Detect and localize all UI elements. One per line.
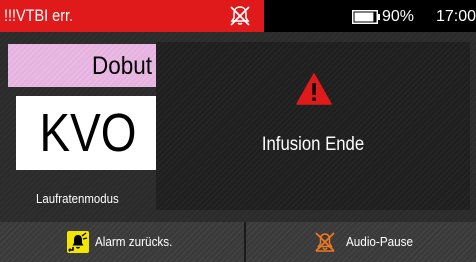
status-bar: !!!VTBI err. 90% 17:00 [0,0,476,32]
audio-pause-label: Audio-Pause [346,234,414,249]
alarm-message: Infusion Ende [261,134,365,155]
alarm-muted-icon [228,4,252,28]
battery-percentage: 90% [382,8,415,25]
alarm-reset-icon [67,231,89,253]
drug-name: Dobut [92,52,153,80]
alarm-text: !!!VTBI err. [4,6,74,25]
rate-mode-label: Laufratenmodus [36,191,119,206]
pump-screen: !!!VTBI err. 90% 17:00 Dobut KVO Laufrat… [0,0,476,262]
reset-alarm-label: Alarm zurücks. [95,234,173,249]
alarm-banner[interactable]: !!!VTBI err. [0,0,264,32]
audio-pause-button[interactable]: Audio-Pause [246,222,476,262]
rate-mode-value: KVO [39,103,137,163]
battery-icon [352,10,380,24]
audio-pause-icon [315,232,335,252]
rate-mode-box: KVO [16,96,160,170]
alarm-popup: Infusion Ende [156,42,470,210]
clock: 17:00 [436,8,476,25]
warning-icon [296,73,332,105]
reset-alarm-button[interactable]: Alarm zurücks. [0,222,244,262]
drug-name-bar[interactable]: Dobut [8,44,166,87]
